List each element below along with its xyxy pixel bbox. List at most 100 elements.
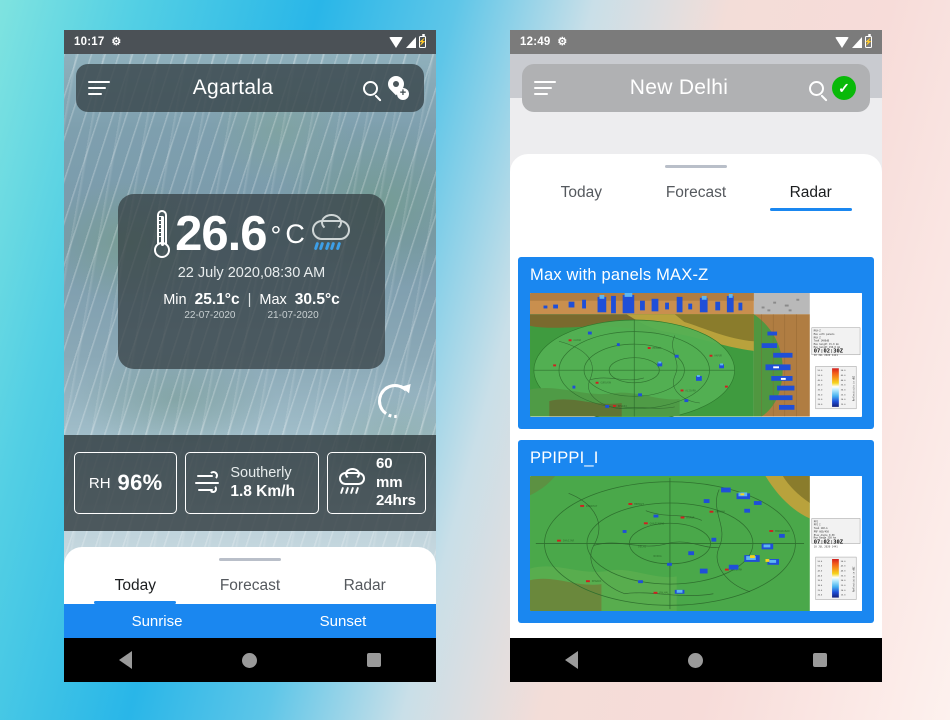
sheet-grabber[interactable] <box>665 165 727 168</box>
wifi-icon <box>835 36 849 48</box>
temperature-row: 26.6 ° C <box>118 209 385 258</box>
svg-text:MEERUT: MEERUT <box>634 501 644 505</box>
gear-icon: ⚙ <box>111 35 122 48</box>
refresh-icon[interactable] <box>378 380 415 418</box>
svg-text:REWARI: REWARI <box>592 579 602 583</box>
phone-left: 10:17 ⚙ ⚡ Agartala + 26.6 ° C 22 July 20… <box>64 30 436 682</box>
back-triangle-icon[interactable] <box>565 651 578 669</box>
radar-ppi-image: PANIPATMEERUT GHAZIABADHAPUR AMROHAALIGA… <box>530 475 862 611</box>
max-date: 21-07-2020 <box>267 310 319 321</box>
tabs-sheet: Today Forecast Radar <box>510 154 882 248</box>
signal-icon <box>406 36 416 48</box>
android-nav-bar-left <box>64 638 436 682</box>
svg-text:HAPUR: HAPUR <box>686 515 694 519</box>
tabs-sheet: Today Forecast Radar <box>64 547 436 604</box>
metrics-strip: RH 96% Southerly 1.8 Km/h 60 mm 24hrs <box>64 435 436 531</box>
signal-icon <box>852 36 862 48</box>
hamburger-menu-icon[interactable] <box>88 81 110 95</box>
radar-card[interactable]: PPIPPI_I PANIPAT MEERUT GHAZIABAD HAPUR … <box>518 439 874 623</box>
gear-icon: ⚙ <box>557 35 568 48</box>
radar-card[interactable]: Max with panels MAX-Z ALWAR GURGAON MEER… <box>518 257 874 429</box>
radar-card-title: PPIPPI_I <box>530 448 599 467</box>
wind-text: Southerly 1.8 Km/h <box>230 464 295 502</box>
back-triangle-icon[interactable] <box>119 651 132 669</box>
metric-rainfall: 60 mm 24hrs <box>326 452 426 514</box>
svg-text:10 JUL 2020 1441: 10 JUL 2020 1441 <box>814 544 839 548</box>
max-value: 30.5°c <box>294 291 340 308</box>
svg-text:GURGAON: GURGAON <box>600 381 611 385</box>
min-max-dates-row: 22-07-2020 21-07-2020 <box>118 310 385 321</box>
svg-text:MORADABAD: MORADABAD <box>775 529 790 533</box>
search-icon[interactable] <box>802 74 830 102</box>
battery-icon: ⚡ <box>864 34 873 48</box>
green-check-badge-icon[interactable]: ✓ <box>830 74 858 102</box>
temperature-card: 26.6 ° C 22 July 2020,08:30 AM Min 25.1°… <box>118 194 385 369</box>
svg-text:NOIDA: NOIDA <box>654 554 662 558</box>
svg-text:AMROHA: AMROHA <box>715 509 725 513</box>
sunrise-label: Sunrise <box>131 612 183 630</box>
tab-radar[interactable]: Radar <box>307 577 422 604</box>
svg-text:REWARI: REWARI <box>618 404 628 408</box>
svg-text:10 JUL 2020 1441: 10 JUL 2020 1441 <box>814 353 839 357</box>
max-label: Max <box>259 292 287 308</box>
recents-square-icon[interactable] <box>367 653 381 667</box>
hamburger-menu-icon[interactable] <box>534 81 556 95</box>
svg-text:ALWAR: ALWAR <box>573 338 581 342</box>
page-title: Agartala <box>192 76 274 99</box>
thermometer-icon <box>153 210 171 258</box>
min-value: 25.1°c <box>194 291 240 308</box>
sheet-grabber[interactable] <box>219 558 281 561</box>
tab-forecast[interactable]: Forecast <box>193 577 308 604</box>
svg-text:HAPUR: HAPUR <box>714 354 722 358</box>
app-bar-right: New Delhi ✓ <box>522 64 870 112</box>
wind-speed: 1.8 Km/h <box>230 483 295 501</box>
radar-list[interactable]: Max with panels MAX-Z ALWAR GURGAON MEER… <box>510 248 882 638</box>
tab-bar-left: Today Forecast Radar <box>64 577 436 604</box>
svg-text:GHAZIABAD: GHAZIABAD <box>650 521 665 525</box>
status-bar-icons: ⚡ <box>389 34 427 48</box>
status-bar-right: 12:49 ⚙ ⚡ <box>510 30 882 54</box>
tab-forecast[interactable]: Forecast <box>639 184 754 211</box>
sunset-label: Sunset <box>319 612 367 630</box>
search-icon[interactable] <box>356 74 384 102</box>
recents-square-icon[interactable] <box>813 653 827 667</box>
page-title: New Delhi <box>629 76 729 99</box>
min-date: 22-07-2020 <box>184 310 236 321</box>
metric-wind: Southerly 1.8 Km/h <box>185 452 319 514</box>
min-max-divider: | <box>247 292 252 308</box>
phone-right: 12:49 ⚙ ⚡ New Delhi ✓ Today Forecast Rad… <box>510 30 882 682</box>
tab-radar[interactable]: Radar <box>753 184 868 211</box>
rainfall-period: 24hrs <box>375 492 416 510</box>
tab-today[interactable]: Today <box>78 577 193 604</box>
status-bar-time: 10:17 <box>74 36 105 48</box>
svg-text:PALWAL: PALWAL <box>659 590 669 594</box>
rainfall-amount: 60 mm <box>375 454 403 491</box>
svg-text:Reflectivity in dBZ: Reflectivity in dBZ <box>852 565 855 591</box>
humidity-label: RH <box>88 474 111 492</box>
radar-max-z-panels-image: ALWARGURGAON MEERUTALIGARH REWARIHAPUR M… <box>530 293 862 417</box>
svg-text:DELHI: DELHI <box>638 544 646 548</box>
degree-symbol: ° <box>270 220 282 251</box>
tab-today[interactable]: Today <box>524 184 639 211</box>
status-bar-time: 12:49 <box>520 36 551 48</box>
min-label: Min <box>163 292 187 308</box>
cloud-rain-icon <box>310 214 354 254</box>
right-phone-body: New Delhi ✓ Today Forecast Radar Max wit… <box>510 54 882 682</box>
wind-icon <box>195 471 223 495</box>
home-circle-icon[interactable] <box>688 652 703 668</box>
rain-text: 60 mm 24hrs <box>376 455 416 511</box>
android-nav-bar-right <box>510 638 882 682</box>
tab-bar-right: Today Forecast Radar <box>510 184 882 211</box>
app-bar-left: Agartala + <box>76 64 424 112</box>
svg-text:JHAJJAR: JHAJJAR <box>563 538 575 542</box>
bottom-sheet-left: Today Forecast Radar Sunrise Sunset <box>64 547 436 682</box>
wifi-icon <box>389 36 403 48</box>
temperature-unit: C <box>285 218 305 249</box>
svg-text:Reflectivity in dBZ: Reflectivity in dBZ <box>852 375 855 401</box>
sunrise-sunset-bar: Sunrise Sunset <box>64 604 436 638</box>
svg-text:MEERUT: MEERUT <box>653 346 663 350</box>
home-circle-icon[interactable] <box>242 652 257 668</box>
metric-humidity: RH 96% <box>74 452 178 514</box>
wind-direction: Southerly <box>230 465 292 482</box>
add-location-pin-icon[interactable]: + <box>384 72 412 102</box>
